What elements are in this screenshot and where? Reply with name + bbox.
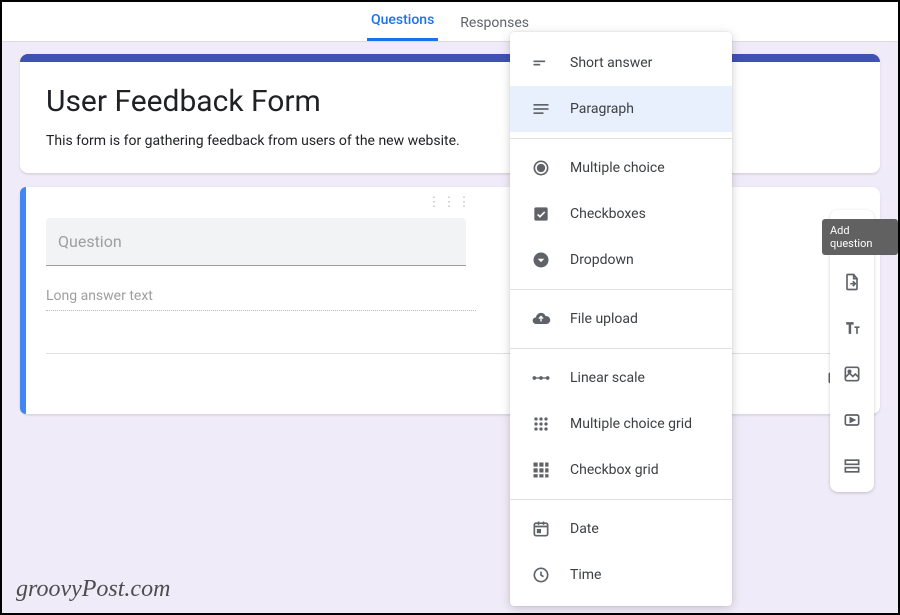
tab-questions[interactable]: Questions: [367, 2, 438, 41]
menu-item-short-answer[interactable]: Short answer: [510, 40, 732, 86]
import-questions-button[interactable]: [836, 266, 868, 298]
add-video-button[interactable]: [836, 404, 868, 436]
dropdown-icon: [530, 249, 552, 271]
add-title-button[interactable]: [836, 312, 868, 344]
menu-item-label: Dropdown: [570, 252, 634, 268]
menu-divider: [510, 348, 732, 349]
calendar-icon: [530, 518, 552, 540]
image-icon: [842, 364, 862, 384]
menu-item-label: Paragraph: [570, 101, 634, 117]
add-section-button[interactable]: [836, 450, 868, 482]
top-tabbar: Questions Responses: [2, 2, 898, 42]
menu-item-label: Linear scale: [570, 370, 645, 386]
menu-item-checkbox-grid[interactable]: Checkbox grid: [510, 447, 732, 493]
paragraph-icon: [530, 98, 552, 120]
question-card[interactable]: ⋮⋮⋮ Long answer text: [20, 187, 880, 414]
menu-item-multiple-choice-grid[interactable]: Multiple choice grid: [510, 401, 732, 447]
clock-icon: [530, 564, 552, 586]
import-icon: [842, 272, 862, 292]
add-image-button[interactable]: [836, 358, 868, 390]
video-icon: [842, 410, 862, 430]
menu-divider: [510, 138, 732, 139]
menu-item-paragraph[interactable]: Paragraph: [510, 86, 732, 132]
menu-item-label: Short answer: [570, 55, 652, 71]
linear-scale-icon: [530, 367, 552, 389]
form-description[interactable]: This form is for gathering feedback from…: [46, 133, 854, 149]
checkbox-icon: [530, 203, 552, 225]
menu-item-multiple-choice[interactable]: Multiple choice: [510, 145, 732, 191]
add-question-tooltip: Add question: [822, 219, 898, 255]
drag-handle-icon[interactable]: ⋮⋮⋮: [46, 195, 854, 210]
section-icon: [842, 456, 862, 476]
radio-icon: [530, 157, 552, 179]
menu-item-label: Checkboxes: [570, 206, 646, 222]
menu-item-time[interactable]: Time: [510, 552, 732, 598]
short-answer-icon: [530, 52, 552, 74]
question-type-menu[interactable]: Short answer Paragraph Multiple choice C…: [510, 32, 732, 606]
menu-item-file-upload[interactable]: File upload: [510, 296, 732, 342]
form-header-card[interactable]: User Feedback Form This form is for gath…: [20, 54, 880, 173]
menu-item-checkboxes[interactable]: Checkboxes: [510, 191, 732, 237]
menu-item-date[interactable]: Date: [510, 506, 732, 552]
menu-item-label: File upload: [570, 311, 638, 327]
watermark-text: groovyPost.com: [16, 576, 170, 603]
question-title-input[interactable]: [46, 218, 466, 266]
menu-item-label: Date: [570, 521, 599, 537]
menu-item-label: Checkbox grid: [570, 462, 659, 478]
menu-divider: [510, 499, 732, 500]
menu-divider: [510, 289, 732, 290]
menu-item-linear-scale[interactable]: Linear scale: [510, 355, 732, 401]
menu-item-dropdown[interactable]: Dropdown: [510, 237, 732, 283]
cloud-upload-icon: [530, 308, 552, 330]
answer-placeholder-text: Long answer text: [46, 288, 476, 311]
checkbox-grid-icon: [530, 459, 552, 481]
radio-grid-icon: [530, 413, 552, 435]
form-title[interactable]: User Feedback Form: [46, 84, 854, 119]
title-icon: [842, 318, 862, 338]
menu-item-label: Multiple choice grid: [570, 416, 692, 432]
menu-item-label: Time: [570, 567, 601, 583]
menu-item-label: Multiple choice: [570, 160, 665, 176]
